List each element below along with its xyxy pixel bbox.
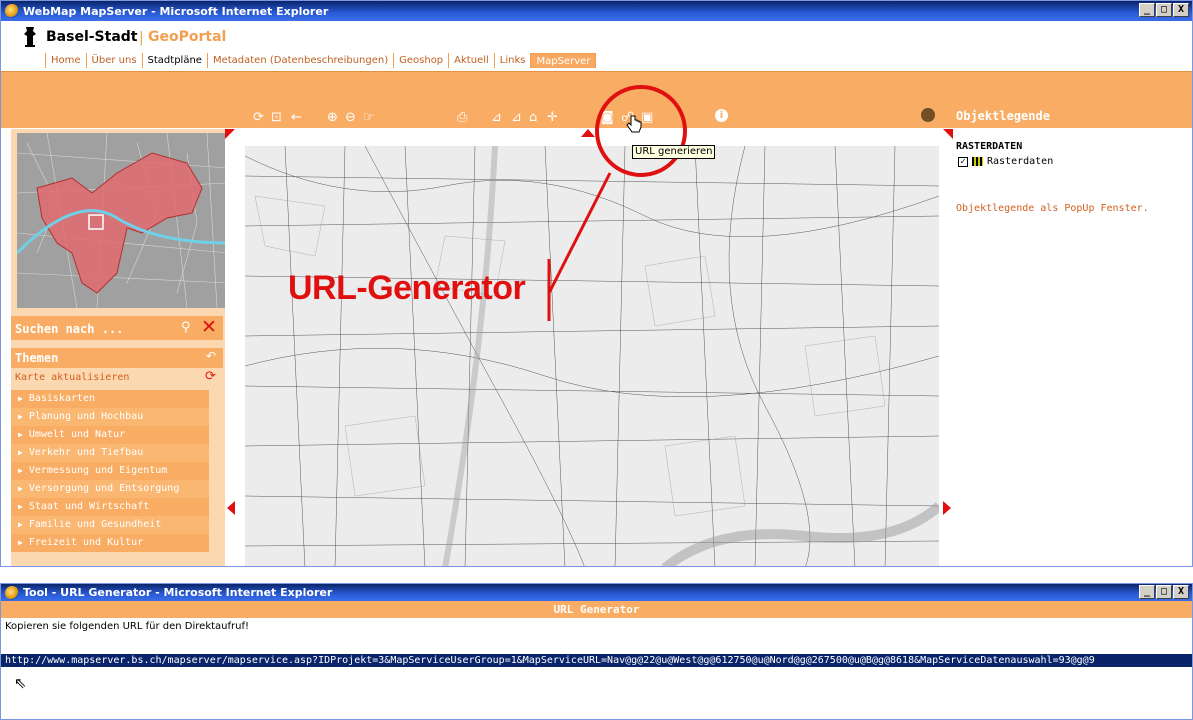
theme-item-basiskarten[interactable]: ▶ Basiskarten xyxy=(11,390,209,408)
map-canvas[interactable] xyxy=(245,146,939,566)
profile-icon[interactable]: ⌂ xyxy=(529,110,539,125)
nav-stadtplaene[interactable]: Stadtpläne xyxy=(141,53,207,68)
theme-item-planung[interactable]: ▶ Planung und Hochbau xyxy=(11,408,209,426)
overview-map-image xyxy=(17,133,228,308)
chevron-right-icon: ▶ xyxy=(18,430,23,439)
chevron-right-icon: ▶ xyxy=(18,394,23,403)
chevron-right-icon: ▶ xyxy=(18,484,23,493)
themen-label: Themen xyxy=(15,351,59,365)
refresh-icon[interactable]: ⟳ xyxy=(253,110,266,125)
themen-bar: Themen ↶ xyxy=(11,348,223,368)
legend-title: Objektlegende xyxy=(956,109,1050,123)
print-icon[interactable]: ⎙ xyxy=(457,110,469,125)
nav-metadaten[interactable]: Metadaten (Datenbeschreibungen) xyxy=(206,53,393,68)
chevron-right-icon: ▶ xyxy=(18,520,23,529)
chevron-right-icon: ▶ xyxy=(18,412,23,421)
refresh-label[interactable]: Karte aktualisieren xyxy=(15,372,129,383)
brand-geoportal[interactable]: GeoPortal xyxy=(148,29,226,45)
chevron-right-icon: ▶ xyxy=(18,448,23,457)
search-label[interactable]: Suchen nach ... xyxy=(15,322,123,336)
search-icon[interactable]: ⚲ xyxy=(181,320,191,335)
measure-area-icon[interactable]: ⊿ xyxy=(511,110,524,125)
browser-window-url-generator: Tool - URL Generator - Microsoft Interne… xyxy=(0,583,1193,720)
pan-north-arrow[interactable] xyxy=(581,129,595,137)
camera-icon[interactable]: ◙ xyxy=(601,110,616,125)
window-title-bar[interactable]: WebMap MapServer - Microsoft Internet Ex… xyxy=(1,1,1192,21)
brand-name[interactable]: Basel-Stadt xyxy=(46,29,138,45)
maximize-button[interactable]: □ xyxy=(1156,3,1172,17)
theme-list: ▶ Basiskarten ▶ Planung und Hochbau ▶ Umwel… xyxy=(11,390,209,552)
brand-separator: | xyxy=(139,30,144,46)
map-image xyxy=(245,146,939,566)
nav-mapserver[interactable]: MapServer xyxy=(530,53,597,68)
raster-swatch-icon xyxy=(972,157,983,166)
pan-icon[interactable]: ☞ xyxy=(363,110,377,125)
detective-icon[interactable] xyxy=(921,108,935,122)
copy-instruction: Kopieren sie folgenden URL für den Direk… xyxy=(5,621,249,632)
nav-geoshop[interactable]: Geoshop xyxy=(393,53,448,68)
chevron-right-icon: ▶ xyxy=(18,538,23,547)
pan-northwest-arrow[interactable] xyxy=(225,129,235,139)
ie-icon xyxy=(5,4,19,18)
maximize-button[interactable]: □ xyxy=(1156,585,1172,599)
pan-northeast-arrow[interactable] xyxy=(943,129,953,139)
theme-item-staat[interactable]: ▶ Staat und Wirtschaft xyxy=(11,498,209,516)
crest-icon xyxy=(24,27,36,47)
nav-aktuell[interactable]: Aktuell xyxy=(448,53,494,68)
close-icon[interactable]: ✕ xyxy=(201,316,217,338)
zoom-out-icon[interactable]: ⊖ xyxy=(345,110,358,125)
nav-links[interactable]: Links xyxy=(493,53,531,68)
info-icon[interactable]: i xyxy=(715,109,728,122)
pan-east-arrow[interactable] xyxy=(943,501,951,515)
theme-item-umwelt[interactable]: ▶ Umwelt und Natur xyxy=(11,426,209,444)
legend-item-rasterdaten[interactable]: ✓ Rasterdaten xyxy=(958,156,1053,167)
minimize-button[interactable]: _ xyxy=(1139,3,1155,17)
window-controls: _ □ X xyxy=(1139,3,1189,17)
main-nav: Home Über uns Stadtpläne Metadaten (Date… xyxy=(45,53,597,68)
chevron-right-icon: ▶ xyxy=(18,502,23,511)
theme-item-verkehr[interactable]: ▶ Verkehr und Tiefbau xyxy=(11,444,209,462)
annotation-label: URL-Generator xyxy=(288,269,526,307)
theme-item-familie[interactable]: ▶ Familie und Gesundheit xyxy=(11,516,209,534)
browser-window-main: WebMap MapServer - Microsoft Internet Ex… xyxy=(0,0,1193,567)
url-generator-tooltip: URL generieren xyxy=(632,145,716,159)
window-icon[interactable]: ▣ xyxy=(641,110,655,125)
hand-cursor-icon xyxy=(626,115,642,133)
overview-map[interactable] xyxy=(17,133,228,308)
ie-icon xyxy=(5,585,19,600)
close-button[interactable]: X xyxy=(1173,3,1189,17)
theme-item-versorgung[interactable]: ▶ Versorgung und Entsorgung xyxy=(11,480,209,498)
window2-title: Tool - URL Generator - Microsoft Interne… xyxy=(23,586,333,599)
map-toolbar: ⟳ ⊡ ← ⊕ ⊖ ☞ ⎙ ⊿ ⊿ ⌂ ✛ ◙ ☍ ▣ i Objektlege… xyxy=(1,71,1192,128)
legend-checkbox[interactable]: ✓ xyxy=(958,156,968,167)
coordinate-icon[interactable]: ✛ xyxy=(547,110,560,125)
map-column xyxy=(225,129,953,566)
window-title: WebMap MapServer - Microsoft Internet Ex… xyxy=(23,4,329,18)
pan-west-arrow[interactable] xyxy=(227,501,235,515)
nav-ueber-uns[interactable]: Über uns xyxy=(85,53,142,68)
close-button[interactable]: X xyxy=(1173,585,1189,599)
minimize-button[interactable]: _ xyxy=(1139,585,1155,599)
generated-url[interactable]: http://www.mapserver.bs.ch/mapserver/map… xyxy=(1,654,1192,667)
search-bar: Suchen nach ... ⚲ ✕ xyxy=(11,316,223,340)
measure-distance-icon[interactable]: ⊿ xyxy=(491,110,504,125)
url-generator-header: URL Generator xyxy=(1,601,1192,618)
refresh-map-icon[interactable]: ⟳ xyxy=(205,369,216,384)
theme-item-vermessung[interactable]: ▶ Vermessung und Eigentum xyxy=(11,462,209,480)
themen-collapse-icon[interactable]: ↶ xyxy=(206,349,216,363)
legend-popup-link[interactable]: Objektlegende als PopUp Fenster. xyxy=(956,203,1149,214)
nav-home[interactable]: Home xyxy=(45,53,86,68)
theme-item-freizeit[interactable]: ▶ Freizeit und Kultur xyxy=(11,534,209,552)
legend-panel xyxy=(953,129,1192,566)
full-extent-icon[interactable]: ⊡ xyxy=(271,110,284,125)
window2-controls: _ □ X xyxy=(1139,585,1189,599)
legend-section-title: RASTERDATEN xyxy=(956,141,1023,152)
zoom-in-icon[interactable]: ⊕ xyxy=(327,110,340,125)
refresh-map[interactable]: Karte aktualisieren ⟳ xyxy=(11,369,223,387)
arrow-cursor-icon: ⇖ xyxy=(14,674,27,692)
legend-item-label: Rasterdaten xyxy=(987,156,1054,167)
chevron-right-icon: ▶ xyxy=(18,466,23,475)
back-icon[interactable]: ← xyxy=(291,110,304,125)
window2-title-bar[interactable]: Tool - URL Generator - Microsoft Interne… xyxy=(1,584,1192,601)
